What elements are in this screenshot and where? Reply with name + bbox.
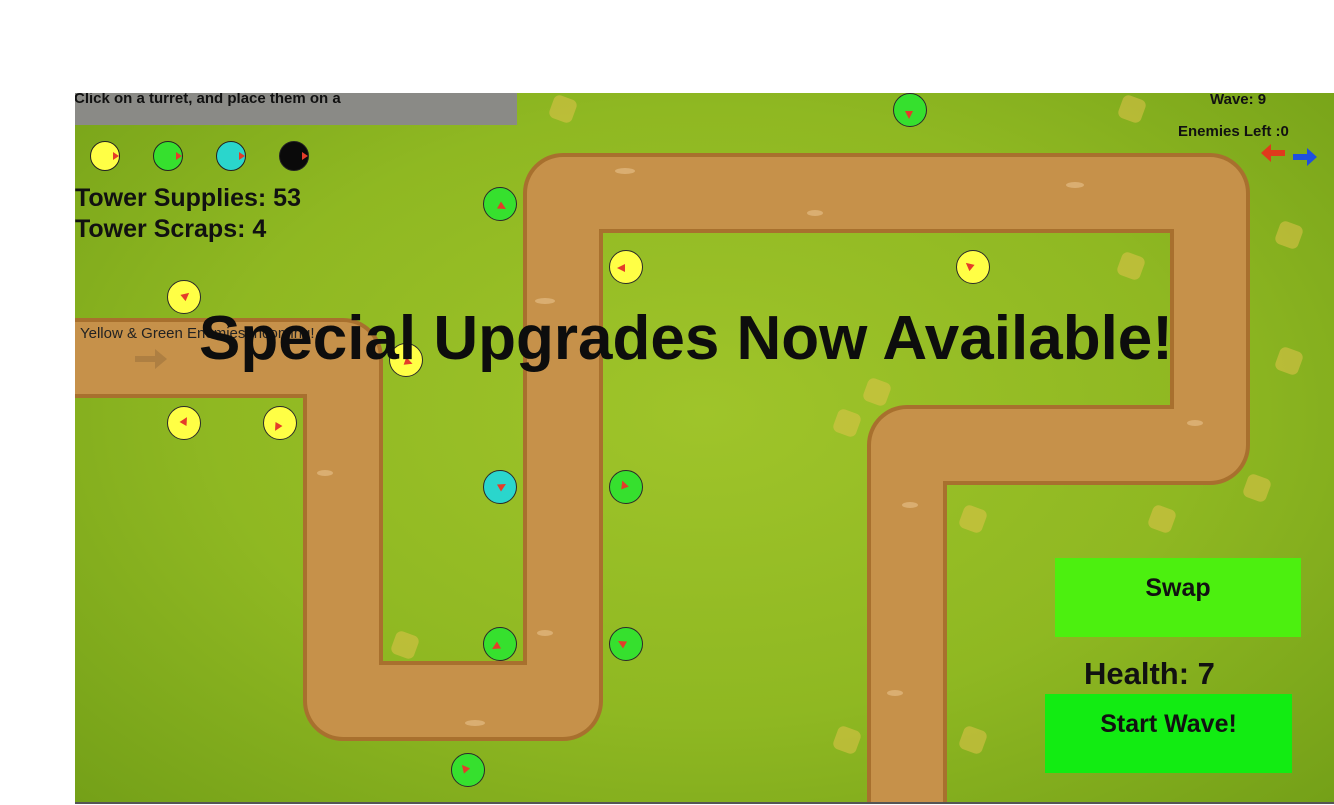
swap-button-label: Swap: [1145, 574, 1211, 602]
palette-black-turret[interactable]: [279, 141, 309, 171]
tower-yellow[interactable]: [609, 250, 643, 284]
palette-cyan-turret[interactable]: [216, 141, 246, 171]
tower-yellow[interactable]: [956, 250, 990, 284]
tower-green[interactable]: [483, 187, 517, 221]
palette-green-turret[interactable]: [153, 141, 183, 171]
tower-green[interactable]: [451, 753, 485, 787]
start-wave-button[interactable]: Start Wave!: [1045, 694, 1292, 773]
tower-supplies: Tower Supplies: 53: [75, 184, 301, 212]
upgrade-banner: Special Upgrades Now Available!: [199, 304, 1173, 373]
tower-yellow[interactable]: [167, 280, 201, 314]
swap-button[interactable]: Swap: [1055, 558, 1301, 637]
health-counter: Health: 7: [1084, 656, 1215, 691]
tower-scraps: Tower Scraps: 4: [75, 215, 267, 243]
path-arrow-icon: [135, 349, 167, 369]
instruction-text: Click on a turret, and place them on a: [75, 93, 341, 107]
palette-yellow-turret[interactable]: [90, 141, 120, 171]
tower-green[interactable]: [609, 470, 643, 504]
enemies-left: Enemies Left :0: [1178, 123, 1289, 140]
start-wave-button-label: Start Wave!: [1100, 710, 1237, 738]
tower-yellow[interactable]: [167, 406, 201, 440]
tower-green[interactable]: [483, 627, 517, 661]
instruction-bar: Click on a turret, and place them on a: [75, 93, 517, 125]
arrow-left-icon[interactable]: [1261, 143, 1285, 164]
tower-green[interactable]: [893, 93, 927, 127]
tower-cyan[interactable]: [483, 470, 517, 504]
tower-yellow[interactable]: [263, 406, 297, 440]
game-board[interactable]: Click on a turret, and place them on a T…: [75, 93, 1334, 803]
arrow-right-icon[interactable]: [1293, 147, 1317, 168]
tower-green[interactable]: [609, 627, 643, 661]
board-bottom-border: [75, 802, 1334, 804]
wave-counter: Wave: 9: [1210, 93, 1267, 108]
